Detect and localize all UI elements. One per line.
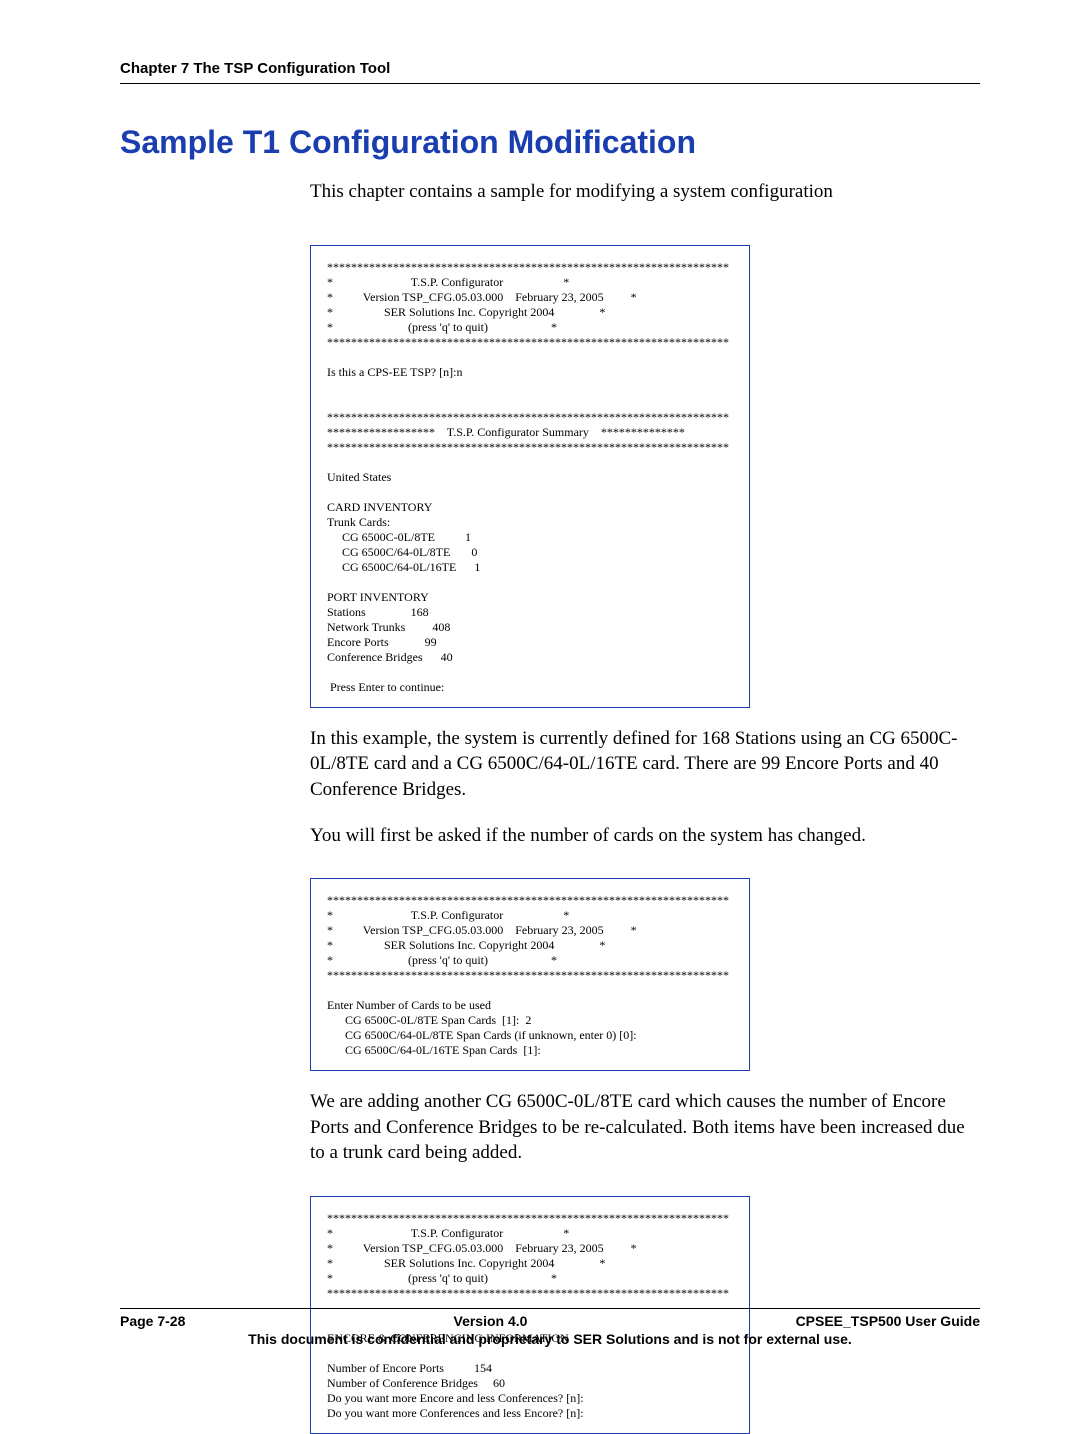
document-page: Chapter 7 The TSP Configuration Tool Sam… (0, 0, 1080, 1397)
terminal-screenshot-2: ****************************************… (310, 878, 750, 1071)
paragraph-3: We are adding another CG 6500C-0L/8TE ca… (310, 1089, 980, 1166)
footer-notice: This document is confidential and propri… (120, 1331, 980, 1347)
paragraph-2: You will first be asked if the number of… (310, 823, 980, 849)
footer-version: Version 4.0 (454, 1313, 528, 1329)
footer-page: Page 7-28 (120, 1313, 185, 1329)
terminal-screenshot-1: ****************************************… (310, 245, 750, 708)
paragraph-1: In this example, the system is currently… (310, 726, 980, 803)
section-heading: Sample T1 Configuration Modification (120, 124, 980, 161)
footer-row: Page 7-28 Version 4.0 CPSEE_TSP500 User … (120, 1313, 980, 1329)
intro-paragraph: This chapter contains a sample for modif… (310, 179, 980, 205)
page-footer: Page 7-28 Version 4.0 CPSEE_TSP500 User … (120, 1308, 980, 1347)
chapter-header: Chapter 7 The TSP Configuration Tool (120, 60, 980, 84)
footer-guide: CPSEE_TSP500 User Guide (796, 1313, 980, 1329)
